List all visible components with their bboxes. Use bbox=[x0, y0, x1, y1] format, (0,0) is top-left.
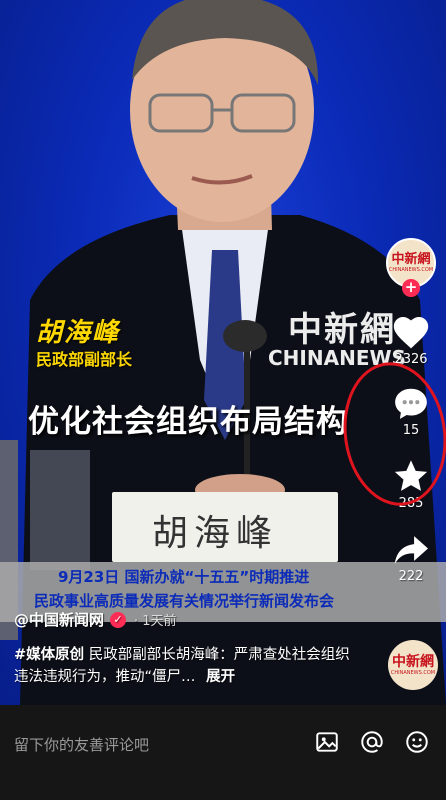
comment-bar: 留下你的友善评论吧 bbox=[0, 705, 446, 800]
author-name[interactable]: @中国新闻网 bbox=[14, 609, 104, 630]
post-caption: #媒体原创 民政部副部长胡海峰：严肃查处社会组织违法违规行为，推动“僵尸… 展开 bbox=[14, 644, 364, 688]
avatar-logo-text: 中新網 bbox=[391, 252, 431, 267]
speaker-title-caption: 民政部副部长 bbox=[36, 350, 133, 369]
music-disc-avatar[interactable]: 中新網 CHINANEWS.COM bbox=[388, 640, 438, 690]
post-time: · 1天前 bbox=[134, 614, 177, 629]
like-button[interactable]: 2326 bbox=[382, 314, 440, 367]
desk-nameplate: 胡海峰 bbox=[112, 492, 338, 562]
author-avatar[interactable]: 中新網 CHINANEWS.COM + bbox=[386, 238, 436, 297]
verified-badge-icon: ✓ bbox=[110, 611, 127, 628]
heart-icon bbox=[393, 316, 429, 349]
banner-line-1: 9月23日 国新办就“十五五”时期推进 bbox=[58, 568, 310, 586]
mention-icon[interactable] bbox=[359, 729, 385, 755]
author-row: @中国新闻网 ✓ · 1天前 bbox=[14, 609, 177, 630]
share-count: 222 bbox=[398, 569, 424, 584]
disc-logo-subtext: CHINANEWS.COM bbox=[390, 669, 436, 676]
chinanews-watermark-cn: 中新網 bbox=[288, 310, 396, 350]
share-arrow-icon bbox=[394, 536, 428, 564]
speaker-name-caption: 胡海峰 bbox=[36, 318, 121, 348]
disc-logo-text: 中新網 bbox=[392, 653, 434, 670]
expand-button[interactable]: 展开 bbox=[206, 669, 235, 685]
image-icon[interactable] bbox=[314, 729, 340, 755]
video-player[interactable]: 胡海峰 民政部副部长 中新網 CHINANEWS 优化社会组织布局结构 胡海峰 … bbox=[0, 0, 446, 705]
video-headline: 优化社会组织布局结构 bbox=[28, 404, 348, 440]
emoji-icon[interactable] bbox=[404, 729, 430, 755]
banner-line-2: 民政事业高质量发展有关情况举行新闻发布会 bbox=[34, 592, 335, 610]
share-button[interactable]: 222 bbox=[382, 533, 440, 584]
comment-input[interactable]: 留下你的友善评论吧 bbox=[14, 734, 149, 755]
nameplate-text: 胡海峰 bbox=[152, 513, 279, 554]
avatar-logo-subtext: CHINANEWS.COM bbox=[388, 267, 434, 273]
hashtag[interactable]: #媒体原创 bbox=[14, 647, 84, 663]
follow-button[interactable]: + bbox=[402, 279, 420, 297]
